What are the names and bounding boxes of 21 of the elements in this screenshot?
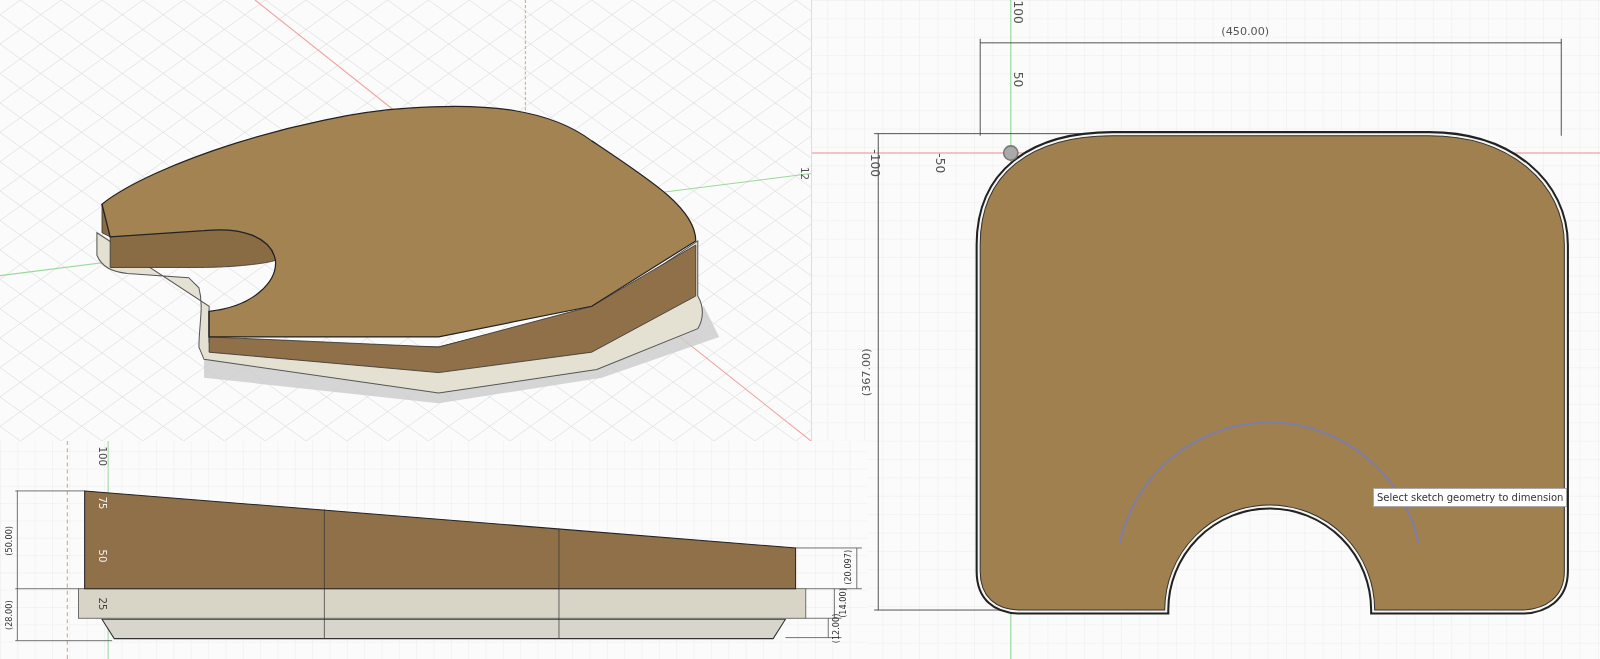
ruler-label: 50 (97, 549, 108, 563)
ruler-label: 25 (97, 597, 108, 611)
viewport-canvas[interactable]: 100 75 50 25 (50.00) (28.00) (20.097) (14.00) (12.00) (0, 441, 867, 659)
dimension-label: (14.00) (838, 588, 849, 618)
ruler-label: 100 (1011, 0, 1026, 24)
dimension-label: (367.00) (860, 348, 874, 397)
ruler-label: -50 (932, 153, 947, 174)
dimension-label: (450.00) (1221, 24, 1270, 38)
ruler-label: 75 (97, 496, 108, 510)
seat-cushion-model-drawing[interactable] (96, 105, 720, 404)
ruler-label: 100 (97, 446, 108, 466)
dimension-label: (50.00) (3, 526, 14, 556)
cushion-side-profile-drawing[interactable] (78, 490, 807, 640)
dimension-label: (12.00) (830, 613, 841, 644)
tooltip: Select sketch geometry to dimension (1373, 488, 1568, 507)
dimension-label: (20.097) (843, 549, 854, 585)
sketch-profile-drawing[interactable] (975, 131, 1569, 615)
ruler-label: 50 (1011, 71, 1026, 88)
ruler-label: -100 (867, 149, 882, 178)
dimension-label: (28.00) (3, 600, 14, 630)
axis-label: 12 (798, 167, 810, 181)
